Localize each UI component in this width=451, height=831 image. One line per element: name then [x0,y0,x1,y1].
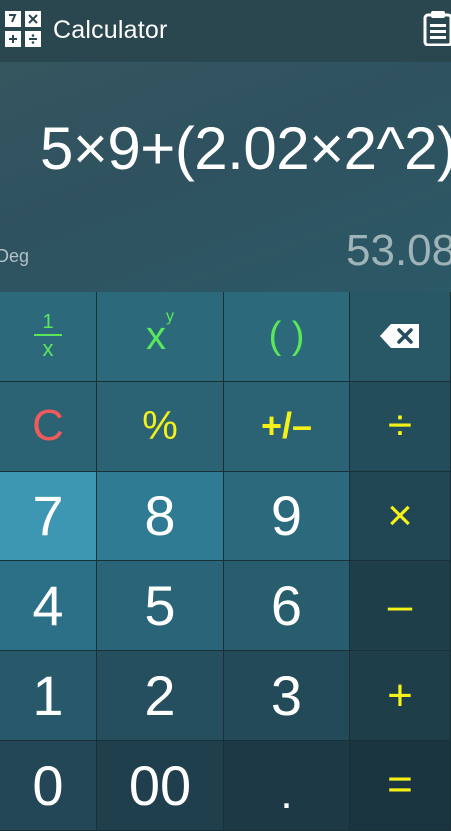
digit-0-button[interactable]: 0 [0,740,97,831]
digit-7-label: 7 [32,484,64,548]
digit-2-button[interactable]: 2 [97,651,224,741]
divide-label: ÷ [387,401,413,451]
plus-button[interactable]: + [350,651,451,741]
digit-2-label: 2 [144,664,176,728]
digit-1-button[interactable]: 1 [0,651,97,741]
decimal-label: . [280,769,293,819]
multiply-button[interactable]: × [350,471,451,562]
decimal-button[interactable]: . [224,740,350,831]
digit-9-button[interactable]: 9 [224,471,350,562]
result-preview: 53.08 [346,226,451,275]
multiply-label: × [387,490,413,540]
double-zero-button[interactable]: 00 [97,740,224,831]
equals-button[interactable]: = [350,740,451,831]
reciprocal-denominator: x [42,336,54,362]
calculator-grid-icon[interactable] [4,10,42,48]
clear-button[interactable]: C [0,381,97,472]
digit-3-label: 3 [270,664,303,728]
expression-input[interactable]: 5×9+(2.02×2^2) [40,114,451,183]
plus-minus-button[interactable]: +/– [224,381,350,472]
calculator-display: 5×9+(2.02×2^2) Deg 53.08 [0,62,451,292]
backspace-icon [380,324,419,349]
app-bar: Calculator [0,0,451,62]
power-exponent: y [166,307,174,325]
parentheses-button[interactable]: ( ) [224,292,350,382]
digit-6-button[interactable]: 6 [224,561,350,652]
power-base: x [146,313,166,358]
reciprocal-numerator: 1 [42,311,54,334]
digit-9-label: 9 [270,484,303,548]
digit-4-label: 4 [32,574,64,638]
reciprocal-button[interactable]: 1 x [0,292,97,382]
digit-6-label: 6 [270,574,303,638]
parentheses-label: ( ) [268,314,305,357]
digit-1-label: 1 [32,664,64,728]
digit-8-label: 8 [144,484,176,548]
minus-button[interactable]: – [350,561,451,652]
clear-label: C [32,401,64,451]
digit-8-button[interactable]: 8 [97,471,224,562]
power-button[interactable]: xy [97,292,224,382]
digit-0-label: 0 [32,753,64,817]
minus-label: – [387,580,413,630]
double-zero-label: 00 [128,753,192,817]
keypad: 1 x xy ( ) C % +/– ÷ 7 8 9 × 4 5 6 – 1 2… [0,292,451,831]
digit-3-button[interactable]: 3 [224,651,350,741]
percent-button[interactable]: % [97,381,224,472]
divide-button[interactable]: ÷ [350,381,451,472]
plus-label: + [387,670,413,720]
backspace-button[interactable] [350,292,451,382]
digit-4-button[interactable]: 4 [0,561,97,652]
digit-5-button[interactable]: 5 [97,561,224,652]
clipboard-icon[interactable] [423,10,451,46]
digit-5-label: 5 [144,574,176,638]
plus-minus-label: +/– [260,405,313,447]
equals-label: = [387,760,413,810]
angle-mode-indicator: Deg [0,246,30,266]
digit-7-button[interactable]: 7 [0,471,97,562]
app-title: Calculator [53,16,168,44]
percent-label: % [142,403,178,448]
